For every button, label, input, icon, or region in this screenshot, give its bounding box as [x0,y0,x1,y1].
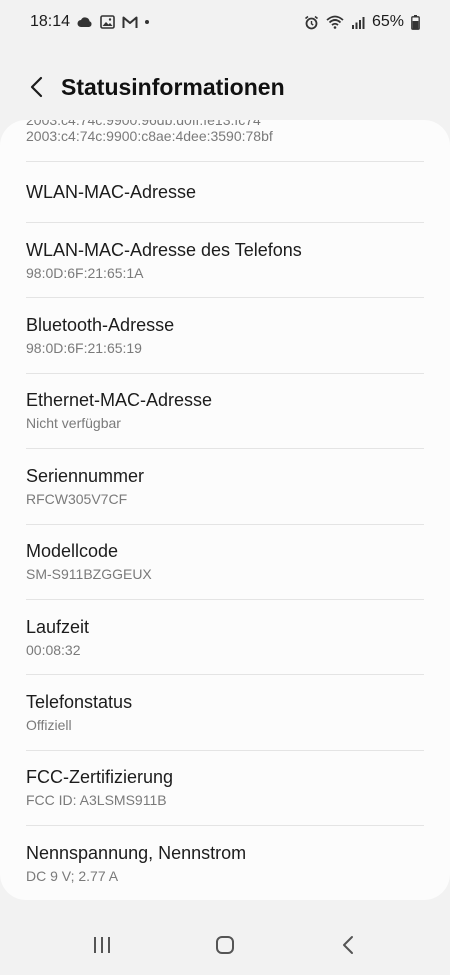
item-title: Ethernet-MAC-Adresse [26,390,213,411]
alarm-icon [304,15,319,30]
cloud-icon [77,16,93,28]
signal-icon [351,16,365,29]
list-item-fcc[interactable]: FCC-Zertifizierung FCC ID: A3LSMS911B [26,749,424,825]
item-title: Nennspannung, Nennstrom [26,842,247,863]
item-title: Bluetooth-Adresse [26,315,175,336]
info-card: 2003:c4:74c:9900:96db:d0ff:fe13:fc74 200… [0,120,450,900]
item-title: FCC-Zertifizierung [26,767,174,788]
list-item-phone-status[interactable]: Telefonstatus Offiziell [26,674,424,749]
nav-back-button[interactable] [318,923,378,967]
item-value: DC 9 V; 2.77 A [26,867,119,884]
clock: 18:14 [30,13,71,30]
item-value: 98:0D:6F:21:65:19 [26,340,142,357]
page-title: Statusinformationen [61,73,285,100]
list-item-wlan-mac[interactable]: WLAN-MAC-Adresse [26,161,424,222]
recents-button[interactable] [72,923,132,967]
image-icon [100,15,115,29]
recents-icon [93,937,110,953]
list-item-wlan-mac-phone[interactable]: WLAN-MAC-Adresse des Telefons 98:0D:6F:2… [26,222,424,297]
home-icon [215,936,234,954]
list-item-bluetooth[interactable]: Bluetooth-Adresse 98:0D:6F:21:65:19 [26,297,424,372]
home-button[interactable] [195,923,255,967]
back-arrow-icon [30,76,43,98]
item-value: RFCW305V7CF [26,490,128,507]
item-title: WLAN-MAC-Adresse [26,182,197,202]
item-title: WLAN-MAC-Adresse des Telefons [26,239,302,260]
item-value: 00:08:32 [26,641,81,658]
item-title: Seriennummer [26,465,145,486]
navigation-bar [0,915,450,975]
status-bar-left: 18:14 [30,13,150,31]
list-item-model-code[interactable]: Modellcode SM-S911BZGGEUX [26,523,424,599]
back-icon [343,936,354,954]
ip-address-line-2: 2003:c4:74c:9900:c8ae:4dee:3590:78bf [26,128,273,144]
ip-address-line-1: 2003:c4:74c:9900:96db:d0ff:fe13:fc74 [26,120,261,128]
status-bar: 18:14 65% [0,0,450,44]
item-value: 98:0D:6F:21:65:1A [26,264,144,281]
item-title: Telefonstatus [26,692,133,713]
list-item-serial-number[interactable]: Seriennummer RFCW305V7CF [26,448,424,523]
item-title: Modellcode [26,541,119,562]
gmail-icon [122,16,138,29]
item-value: Nicht verfügbar [26,415,121,432]
item-value: FCC ID: A3LSMS911B [26,792,167,809]
item-value: SM-S911BZGGEUX [26,566,152,583]
wifi-icon [326,15,344,29]
list-item-ethernet-mac[interactable]: Ethernet-MAC-Adresse Nicht verfügbar [26,372,424,448]
list-item-rated-voltage[interactable]: Nennspannung, Nennstrom DC 9 V; 2.77 A [26,825,424,900]
battery-percent: 65% [371,13,404,30]
item-value: Offiziell [26,717,72,734]
list-item-uptime[interactable]: Laufzeit 00:08:32 [26,598,424,674]
status-bar-right: 65% [304,13,420,31]
dot-icon [145,20,150,24]
ip-address-partial-item: 2003:c4:74c:9900:96db:d0ff:fe13:fc74 200… [26,120,426,144]
info-list: WLAN-MAC-Adresse WLAN-MAC-Adresse des Te… [0,161,450,900]
app-header: Statusinformationen [0,58,450,116]
battery-icon [411,14,420,30]
item-title: Laufzeit [26,616,90,637]
back-button[interactable] [14,65,58,109]
